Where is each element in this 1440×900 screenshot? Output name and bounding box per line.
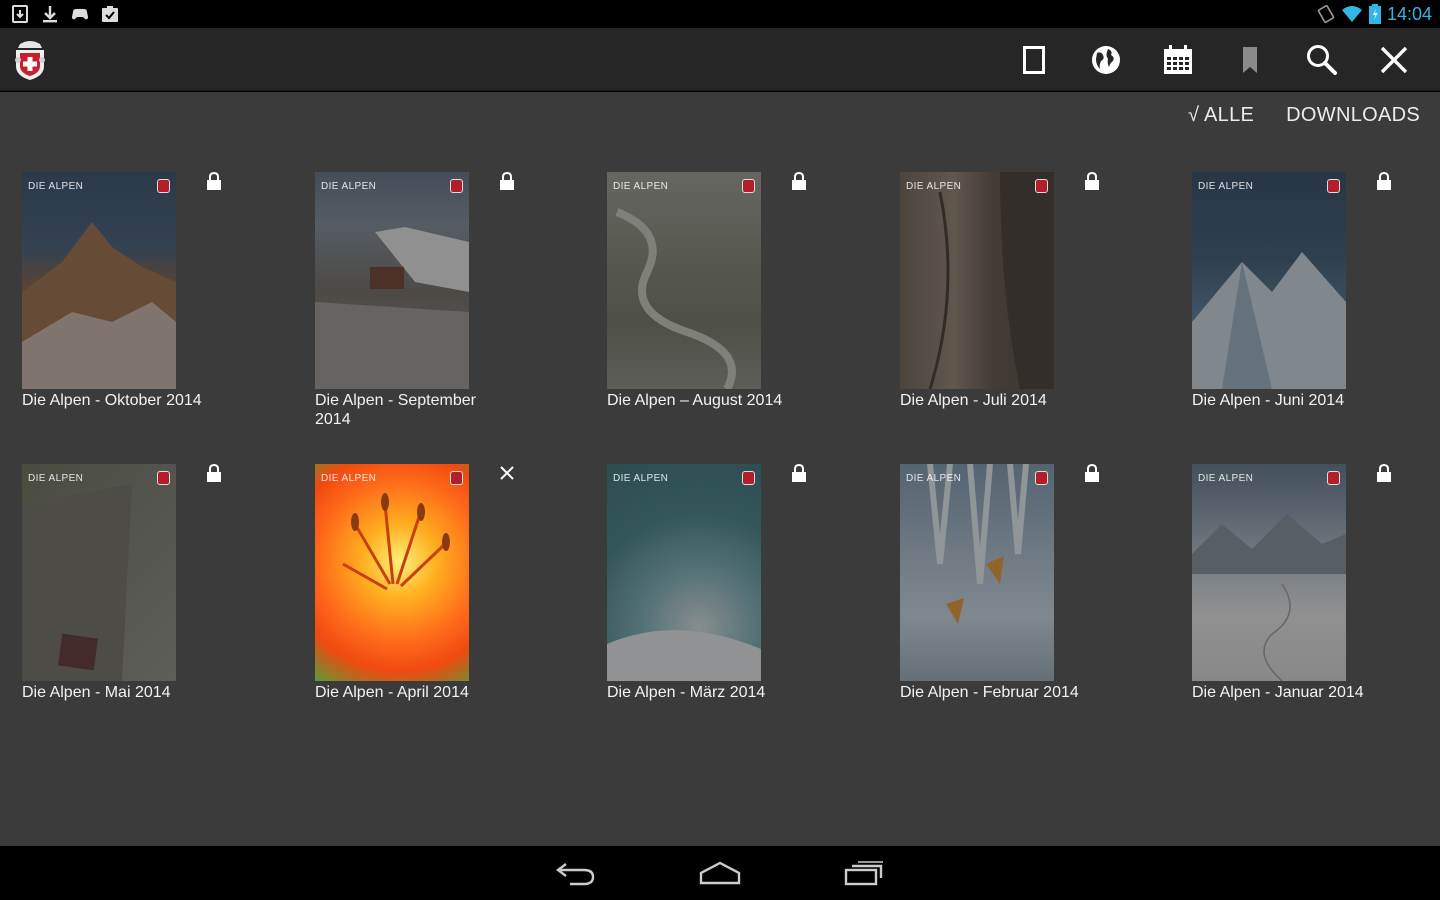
back-icon <box>556 863 595 886</box>
lock-icon <box>207 172 221 190</box>
close-icon <box>1380 46 1408 73</box>
sd-card-icon <box>12 5 28 23</box>
issue-tile[interactable]: DIE ALPEN Die Alpen - Juli 2014 <box>900 172 1170 442</box>
cover-seal-icon <box>1327 471 1340 485</box>
recent-apps-button[interactable] <box>834 856 894 890</box>
issue-tile[interactable]: DIE ALPEN Die Alpen – August 2014 <box>607 172 877 442</box>
navigation-bar <box>0 846 1440 900</box>
cover-masthead: DIE ALPEN <box>906 181 962 192</box>
close-button[interactable] <box>1358 28 1430 91</box>
screen: 14:04 √ ALLE DOWNLOADS DIE ALPEN Die Alp… <box>0 0 1440 900</box>
cover-seal-icon <box>1327 179 1340 193</box>
cover-masthead: DIE ALPEN <box>613 181 669 192</box>
recent-apps-icon <box>844 861 883 886</box>
lock-icon <box>1377 172 1391 190</box>
issue-tile[interactable]: DIE ALPEN Die Alpen - September 2014 <box>315 172 585 442</box>
search-button[interactable] <box>1286 28 1358 91</box>
issue-title: Die Alpen - September 2014 <box>315 392 476 428</box>
cover-masthead: DIE ALPEN <box>1198 181 1254 192</box>
issue-cover[interactable]: DIE ALPEN <box>22 172 176 389</box>
status-bar: 14:04 <box>0 0 1440 28</box>
issue-title: Die Alpen - Oktober 2014 <box>22 392 202 409</box>
filter-downloads-button[interactable]: DOWNLOADS <box>1264 102 1430 128</box>
lock-icon <box>792 464 806 482</box>
issue-tile[interactable]: DIE ALPEN Die Alpen - April 2014 <box>315 464 585 734</box>
lock-icon <box>207 464 221 482</box>
search-icon <box>1307 44 1337 75</box>
single-page-view-button[interactable] <box>998 28 1070 91</box>
issue-tile[interactable]: DIE ALPEN Die Alpen - März 2014 <box>607 464 877 734</box>
issue-cover[interactable]: DIE ALPEN <box>607 464 761 681</box>
bookmark-button[interactable] <box>1214 28 1286 91</box>
issue-tile[interactable]: DIE ALPEN Die Alpen - Mai 2014 <box>22 464 292 734</box>
library-content: √ ALLE DOWNLOADS DIE ALPEN Die Alpen - O… <box>0 92 1440 846</box>
action-bar <box>0 28 1440 91</box>
issue-tile[interactable]: DIE ALPEN Die Alpen - Februar 2014 <box>900 464 1170 734</box>
lock-icon <box>1085 172 1099 190</box>
home-button[interactable] <box>690 856 750 890</box>
delete-icon[interactable] <box>499 464 515 482</box>
issue-cover[interactable]: DIE ALPEN <box>22 464 176 681</box>
calendar-icon <box>1164 44 1192 74</box>
lock-icon <box>1085 464 1099 482</box>
issue-title: Die Alpen - Juli 2014 <box>900 392 1047 409</box>
issue-title: Die Alpen - April 2014 <box>315 684 469 701</box>
cover-seal-icon <box>450 471 463 485</box>
cover-masthead: DIE ALPEN <box>28 473 84 484</box>
lock-icon <box>1377 464 1391 482</box>
gamepad-icon <box>72 9 88 20</box>
filter-all-button[interactable]: √ ALLE <box>1166 102 1264 128</box>
sac-logo-icon[interactable] <box>10 38 50 82</box>
lock-icon <box>792 172 806 190</box>
calendar-button[interactable] <box>1142 28 1214 91</box>
cover-seal-icon <box>742 471 755 485</box>
clipboard-check-icon <box>102 6 118 22</box>
issue-tile[interactable]: DIE ALPEN Die Alpen - Juni 2014 <box>1192 172 1440 442</box>
bookmark-icon <box>1243 46 1257 73</box>
cover-masthead: DIE ALPEN <box>321 473 377 484</box>
issue-title: Die Alpen – August 2014 <box>607 392 783 409</box>
cover-masthead: DIE ALPEN <box>321 181 377 192</box>
issue-title: Die Alpen - Februar 2014 <box>900 684 1079 701</box>
rotate-icon <box>1317 5 1335 23</box>
issue-cover[interactable]: DIE ALPEN <box>900 464 1054 681</box>
cover-seal-icon <box>450 179 463 193</box>
cover-seal-icon <box>157 471 170 485</box>
issue-cover[interactable]: DIE ALPEN <box>315 172 469 389</box>
cover-masthead: DIE ALPEN <box>906 473 962 484</box>
clock: 14:04 <box>1386 4 1432 24</box>
cover-art <box>342 493 450 591</box>
cover-masthead: DIE ALPEN <box>28 181 84 192</box>
issue-cover[interactable]: DIE ALPEN <box>1192 172 1346 389</box>
globe-button[interactable] <box>1070 28 1142 91</box>
issue-cover[interactable]: DIE ALPEN <box>607 172 761 389</box>
lock-icon <box>500 172 514 190</box>
issue-tile[interactable]: DIE ALPEN Die Alpen - Januar 2014 <box>1192 464 1440 734</box>
issue-title: Die Alpen - Januar 2014 <box>1192 684 1364 701</box>
cover-seal-icon <box>157 179 170 193</box>
home-icon <box>699 861 741 885</box>
issue-title: Die Alpen - Mai 2014 <box>22 684 171 701</box>
issue-cover[interactable]: DIE ALPEN <box>900 172 1054 389</box>
issue-tile[interactable]: DIE ALPEN Die Alpen - Oktober 2014 <box>22 172 292 442</box>
wifi-icon <box>1341 6 1362 22</box>
cover-seal-icon <box>742 179 755 193</box>
back-button[interactable] <box>546 856 606 890</box>
cover-masthead: DIE ALPEN <box>613 473 669 484</box>
single-page-icon <box>1023 45 1045 74</box>
issue-cover[interactable]: DIE ALPEN <box>315 464 469 681</box>
issue-title: Die Alpen - März 2014 <box>607 684 766 701</box>
battery-icon <box>1368 4 1381 24</box>
cover-seal-icon <box>1035 471 1048 485</box>
cover-seal-icon <box>1035 179 1048 193</box>
download-icon <box>43 6 57 23</box>
globe-icon <box>1092 45 1120 74</box>
filter-row: √ ALLE DOWNLOADS <box>1166 102 1430 128</box>
issue-cover[interactable]: DIE ALPEN <box>1192 464 1346 681</box>
issue-title: Die Alpen - Juni 2014 <box>1192 392 1345 409</box>
cover-masthead: DIE ALPEN <box>1198 473 1254 484</box>
